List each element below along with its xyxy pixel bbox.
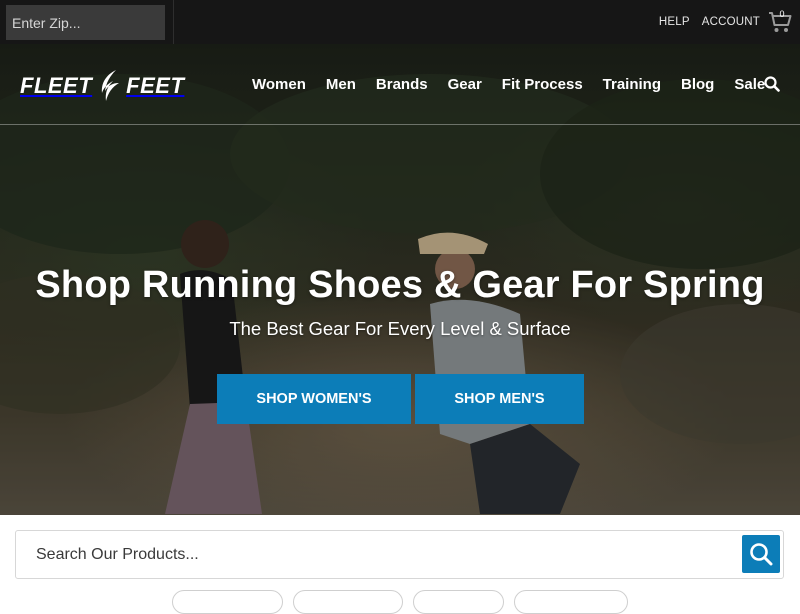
category-pill[interactable]	[413, 590, 504, 614]
search-icon	[750, 543, 773, 566]
brand-logo[interactable]: FLEET FEET	[20, 68, 184, 104]
hero-subtitle: The Best Gear For Every Level & Surface	[229, 318, 571, 339]
shop-womens-button[interactable]: SHOP WOMEN'S	[217, 374, 411, 424]
utility-bar: HELP ACCOUNT 0	[0, 0, 800, 44]
main-nav: FLEET FEET Women Men Brands Gear Fit Pro…	[0, 44, 800, 125]
nav-item-brands[interactable]: Brands	[376, 76, 428, 93]
logo-text-left: FLEET	[20, 73, 93, 98]
product-search-button[interactable]	[742, 535, 780, 573]
primary-menu: Women Men Brands Gear Fit Process Traini…	[252, 72, 785, 96]
utility-divider	[173, 0, 174, 44]
category-pill[interactable]	[172, 590, 283, 614]
nav-item-fit-process[interactable]: Fit Process	[502, 76, 583, 93]
category-pills	[0, 590, 800, 614]
category-pill[interactable]	[293, 590, 403, 614]
nav-item-training[interactable]: Training	[603, 76, 661, 93]
zip-input[interactable]	[6, 5, 165, 40]
nav-item-sale[interactable]: Sale	[734, 76, 765, 93]
account-link[interactable]: ACCOUNT	[702, 16, 760, 28]
nav-item-gear[interactable]: Gear	[448, 76, 482, 93]
search-icon	[764, 76, 780, 92]
utility-links: HELP ACCOUNT	[659, 0, 760, 44]
product-search-input[interactable]	[36, 531, 736, 578]
nav-item-men[interactable]: Men	[326, 76, 356, 93]
logo-text-right: FEET	[126, 73, 185, 98]
logo-wing-icon	[102, 70, 120, 101]
nav-search-button[interactable]	[764, 76, 780, 92]
product-search-box	[15, 530, 784, 579]
nav-item-blog[interactable]: Blog	[681, 76, 714, 93]
cart-button[interactable]: 0	[768, 9, 792, 34]
shop-mens-button[interactable]: SHOP MEN'S	[415, 374, 584, 424]
nav-item-women[interactable]: Women	[252, 76, 306, 93]
help-link[interactable]: HELP	[659, 16, 690, 28]
hero-title: Shop Running Shoes & Gear For Spring	[35, 264, 765, 306]
category-pill[interactable]	[514, 590, 628, 614]
cart-count-badge: 0	[779, 9, 785, 19]
